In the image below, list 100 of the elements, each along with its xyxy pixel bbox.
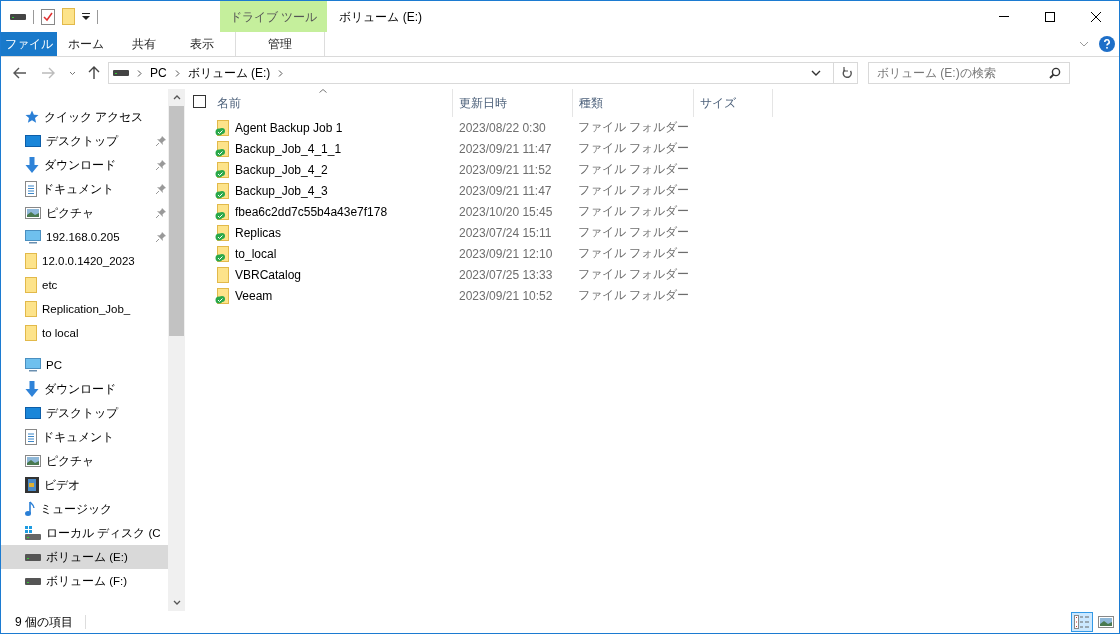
- checklist-icon[interactable]: [41, 8, 55, 25]
- ribbon-tab[interactable]: 管理: [235, 32, 325, 56]
- folder-icon: [25, 301, 37, 317]
- modified-date: 2023/07/24 15:11: [459, 225, 553, 240]
- chevron-icon[interactable]: [278, 69, 284, 77]
- picture-icon: [25, 455, 41, 467]
- file-type: ファイル フォルダー: [578, 203, 691, 220]
- pin-icon[interactable]: [156, 208, 166, 218]
- sidebar-item[interactable]: ボリューム (E:): [1, 545, 168, 569]
- breadcrumb[interactable]: ボリューム (E:): [187, 64, 271, 82]
- ribbon-tab[interactable]: ホーム: [57, 32, 115, 56]
- sidebar-item[interactable]: to local: [1, 321, 168, 345]
- ribbon-tab[interactable]: 表示: [173, 32, 231, 56]
- sidebar-item[interactable]: ボリューム (F:): [1, 569, 168, 593]
- file-name[interactable]: Backup_Job_4_1_1: [235, 141, 342, 156]
- file-type: ファイル フォルダー: [578, 161, 691, 178]
- sidebar-item[interactable]: ピクチャ: [1, 449, 168, 473]
- sidebar-item[interactable]: ドキュメント: [1, 425, 168, 449]
- file-name[interactable]: Replicas: [235, 225, 282, 240]
- sidebar-item[interactable]: Replication_Job_: [1, 297, 168, 321]
- dropdown-icon[interactable]: [82, 12, 90, 21]
- breadcrumb[interactable]: PC: [150, 66, 167, 80]
- file-name[interactable]: VBRCatalog: [235, 267, 302, 282]
- music-note-icon: [25, 501, 35, 517]
- sidebar-item[interactable]: 12.0.0.1420_2023: [1, 249, 168, 273]
- sidebar-item[interactable]: クイック アクセス: [1, 105, 168, 129]
- search-field[interactable]: ボリューム (E:)の検索: [868, 62, 1070, 84]
- pin-icon[interactable]: [156, 136, 166, 146]
- modified-date: 2023/09/21 11:52: [459, 162, 553, 177]
- drive-icon: [25, 553, 41, 561]
- scrollbar-thumb[interactable]: [169, 106, 184, 336]
- search-icon: [1049, 67, 1061, 79]
- recent-caret-icon[interactable]: [69, 70, 76, 76]
- sidebar-item[interactable]: 192.168.0.205: [1, 225, 168, 249]
- select-all-checkbox[interactable]: [193, 94, 206, 108]
- back-arrow-icon[interactable]: [13, 67, 27, 79]
- sidebar-item[interactable]: ダウンロード: [1, 377, 168, 401]
- column-header[interactable]: 種類: [573, 89, 694, 117]
- sidebar-item[interactable]: ピクチャ: [1, 201, 168, 225]
- modified-date: 2023/09/21 11:47: [459, 141, 553, 156]
- minimize-icon: [999, 16, 1009, 17]
- modified-date: 2023/08/22 0:30: [459, 120, 547, 135]
- details-view-button[interactable]: [1071, 612, 1093, 632]
- sidebar-item[interactable]: ビデオ: [1, 473, 168, 497]
- file-name[interactable]: Agent Backup Job 1: [235, 120, 343, 135]
- column-header[interactable]: 更新日時: [453, 89, 573, 117]
- sidebar-item[interactable]: ローカル ディスク (C: [1, 521, 168, 545]
- scroll-down-icon[interactable]: [172, 600, 181, 605]
- refresh-icon[interactable]: [842, 67, 853, 79]
- file-type: ファイル フォルダー: [578, 119, 691, 136]
- expand-ribbon-icon[interactable]: [1079, 41, 1089, 47]
- file-name[interactable]: fbea6c2dd7c55b4a43e7f178: [235, 204, 388, 219]
- document-icon: [25, 181, 37, 197]
- file-type: ファイル フォルダー: [578, 224, 691, 241]
- film-icon: [25, 477, 39, 493]
- chevron-icon[interactable]: [137, 69, 142, 77]
- file-name[interactable]: Backup_Job_4_3: [235, 183, 328, 198]
- pin-icon[interactable]: [156, 184, 166, 194]
- file-name[interactable]: to_local: [235, 246, 277, 261]
- up-arrow-icon[interactable]: [88, 66, 100, 80]
- ribbon-tab[interactable]: 共有: [115, 32, 173, 56]
- file-name[interactable]: Veeam: [235, 288, 273, 303]
- system-drive-icon: [25, 526, 41, 540]
- sidebar-item[interactable]: ダウンロード: [1, 153, 168, 177]
- column-header[interactable]: サイズ: [694, 89, 773, 117]
- sidebar-item[interactable]: PC: [1, 353, 168, 377]
- file-type: ファイル フォルダー: [578, 266, 691, 283]
- close-icon: [1091, 11, 1101, 22]
- ribbon-tab[interactable]: ファイル: [1, 32, 57, 56]
- drive-icon[interactable]: [10, 12, 26, 21]
- file-type: ファイル フォルダー: [578, 140, 691, 157]
- pin-icon[interactable]: [156, 232, 166, 242]
- sidebar-item[interactable]: etc: [1, 273, 168, 297]
- down-arrow-icon: [25, 157, 39, 173]
- sort-caret-icon[interactable]: [319, 89, 327, 93]
- modified-date: 2023/09/21 12:10: [459, 246, 554, 261]
- sidebar-item[interactable]: ミュージック: [1, 497, 168, 521]
- column-header[interactable]: 名前: [209, 89, 453, 117]
- monitor-icon: [25, 230, 41, 244]
- dropdown-caret-icon[interactable]: [811, 70, 821, 76]
- item-count: 9 個の項目: [15, 613, 73, 631]
- forward-arrow-icon[interactable]: [41, 67, 55, 79]
- maximize-icon: [1045, 11, 1055, 22]
- sidebar-item[interactable]: デスクトップ: [1, 129, 168, 153]
- ribbon-context-header: ドライブ ツール: [220, 1, 328, 32]
- sidebar-item[interactable]: デスクトップ: [1, 401, 168, 425]
- modified-date: 2023/07/25 13:33: [459, 267, 554, 282]
- drive-icon: [113, 69, 129, 77]
- file-type: ファイル フォルダー: [578, 182, 691, 199]
- modified-date: 2023/09/21 10:52: [459, 288, 554, 303]
- scroll-up-icon[interactable]: [172, 95, 181, 100]
- pin-icon[interactable]: [156, 160, 166, 170]
- window-title: ボリューム (E:): [338, 9, 423, 26]
- monitor-icon: [25, 358, 41, 372]
- address-bar[interactable]: PC ボリューム (E:): [108, 62, 858, 84]
- modified-date: 2023/09/21 11:47: [459, 183, 553, 198]
- file-name[interactable]: Backup_Job_4_2: [235, 162, 328, 177]
- chevron-icon[interactable]: [174, 69, 180, 77]
- help-icon[interactable]: [1099, 36, 1115, 52]
- sidebar-item[interactable]: ドキュメント: [1, 177, 168, 201]
